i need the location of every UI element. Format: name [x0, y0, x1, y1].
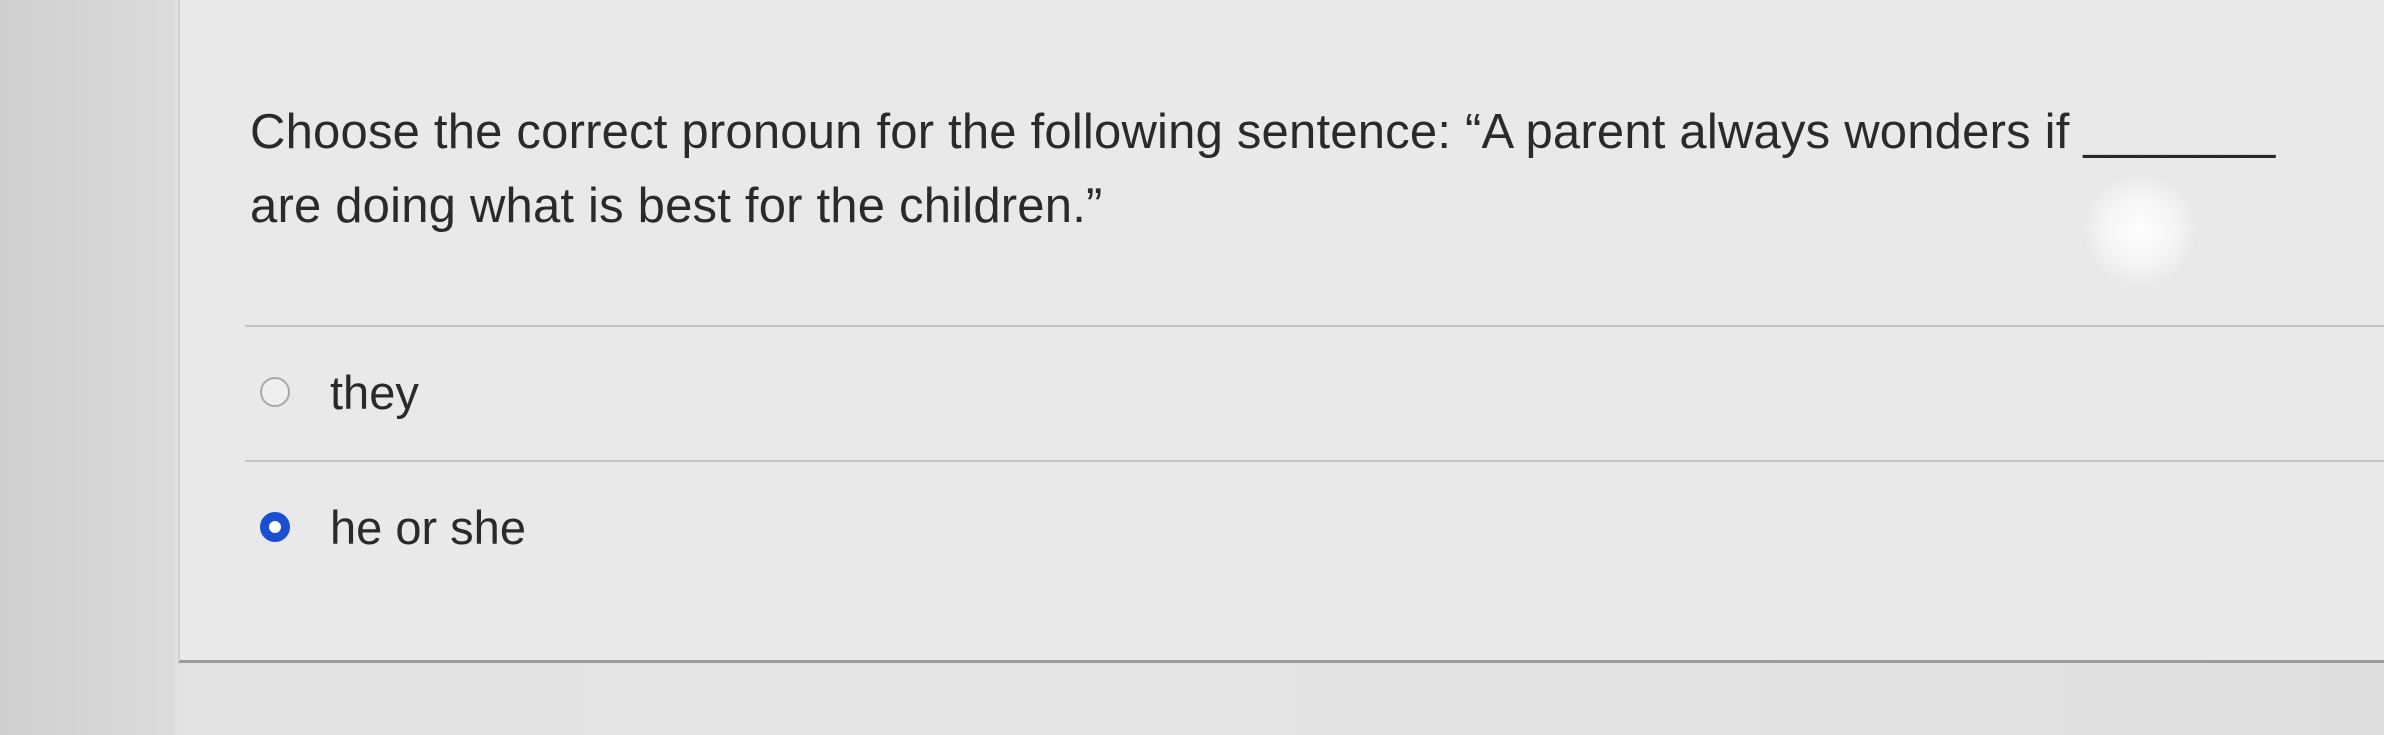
answer-option-they[interactable]: they [260, 362, 419, 422]
screen-glare [2085, 175, 2195, 285]
radio-button-unselected[interactable] [260, 377, 290, 407]
page-margin [0, 0, 175, 735]
question-text: Choose the correct pronoun for the follo… [250, 105, 2276, 233]
answer-label: he or she [330, 500, 526, 554]
radio-button-selected[interactable] [260, 512, 290, 542]
answer-divider [245, 325, 2384, 327]
answer-label: they [330, 365, 419, 419]
answer-divider [245, 460, 2384, 462]
answer-option-he-or-she[interactable]: he or she [260, 497, 526, 557]
question-card: Choose the correct pronoun for the follo… [178, 0, 2384, 663]
